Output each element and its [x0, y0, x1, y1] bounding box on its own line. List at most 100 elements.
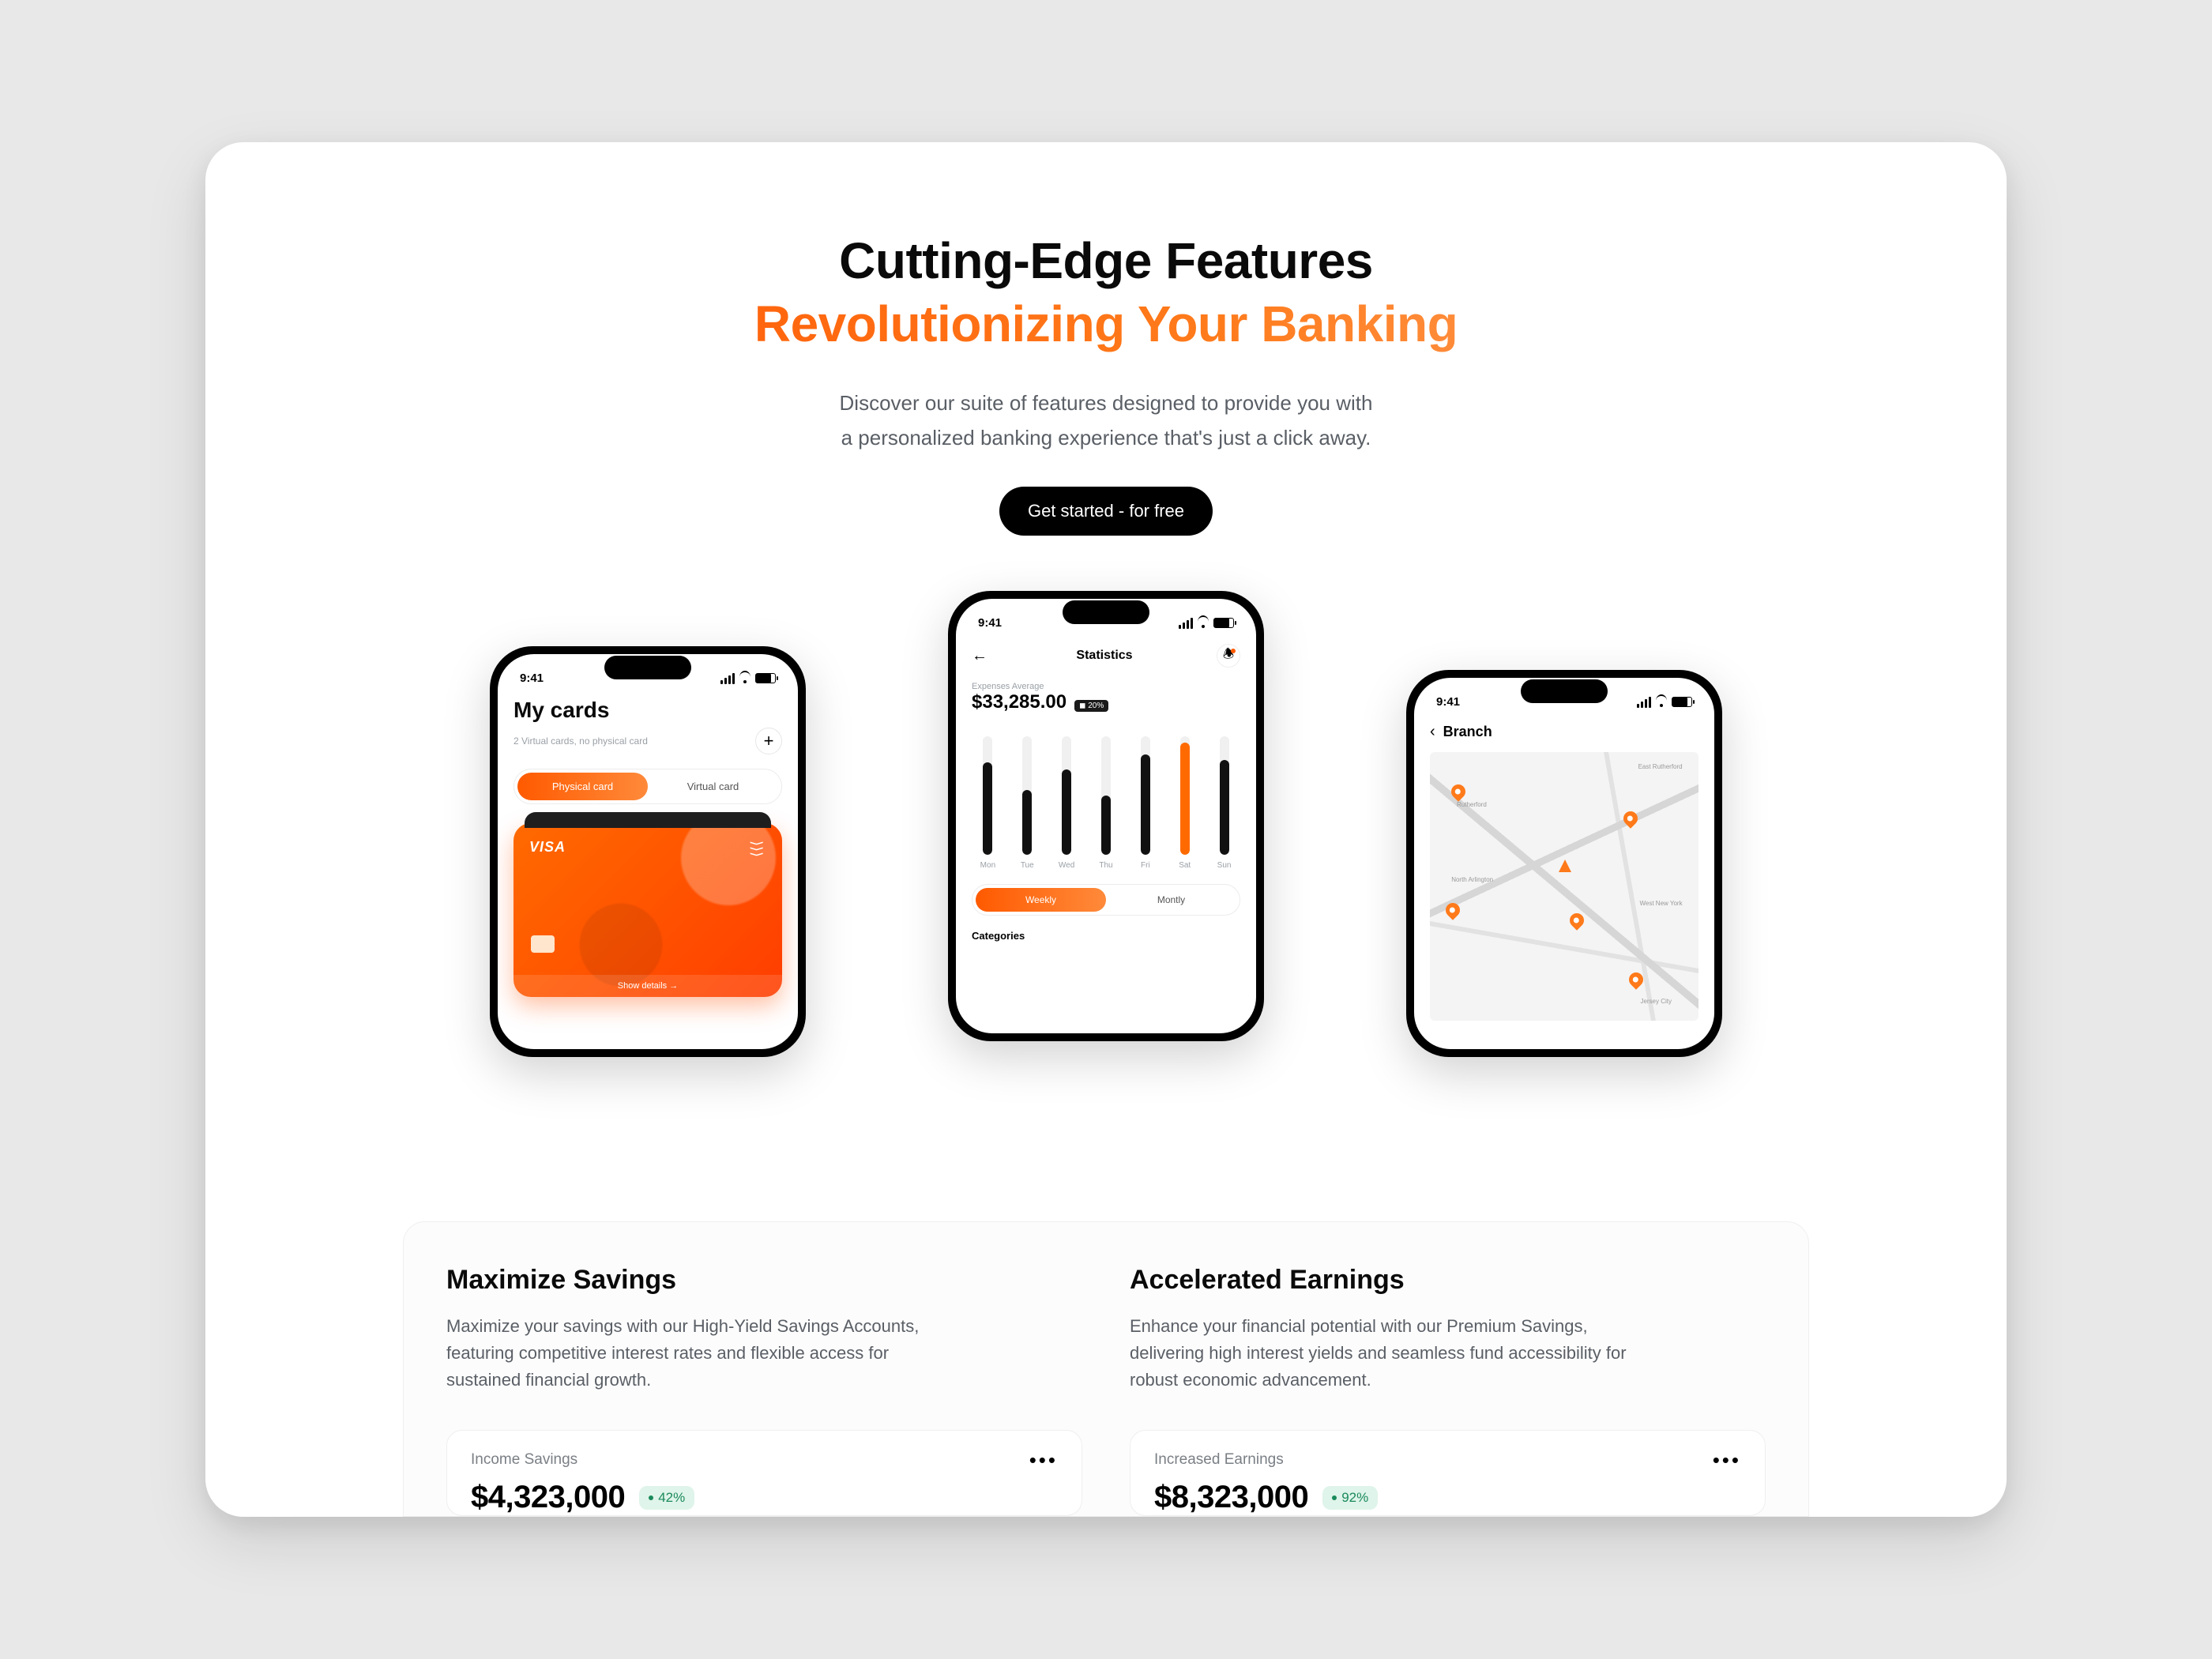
notification-button[interactable]: 🕭 [1217, 644, 1240, 668]
bar-fill [1022, 790, 1032, 856]
phone-mycards-screen: 9:41 My cards 2 Virtual cards, no physic… [498, 654, 798, 1049]
map-label: Rutherford [1457, 801, 1487, 808]
hero-section: Cutting-Edge Features Revolutionizing Yo… [205, 229, 2007, 536]
bar-fill [1220, 760, 1229, 855]
map-label: Jersey City [1640, 998, 1672, 1005]
bar-day-label: Wed [1059, 861, 1074, 870]
more-menu-button[interactable]: ••• [1029, 1455, 1058, 1465]
hero-title: Cutting-Edge Features Revolutionizing Yo… [205, 229, 2007, 356]
feature-body: Maximize your savings with our High-Yiel… [446, 1313, 952, 1394]
stat-change-badge: 92% [1322, 1486, 1378, 1510]
bar-column: Wed [1051, 736, 1083, 870]
segment-weekly[interactable]: Weekly [976, 888, 1106, 912]
stat-value: $8,323,000 [1154, 1480, 1308, 1515]
mycards-title: My cards [514, 698, 782, 723]
bar-track [1220, 736, 1229, 855]
mycards-subtitle: 2 Virtual cards, no physical card [514, 735, 648, 747]
back-button[interactable]: ‹ [1430, 723, 1435, 741]
bar-column: Sun [1208, 736, 1240, 870]
feature-maximize-savings: Maximize Savings Maximize your savings w… [446, 1265, 1082, 1516]
battery-icon [1672, 697, 1692, 707]
bell-icon: 🕭 [1223, 645, 1234, 667]
status-time: 9:41 [978, 616, 1002, 630]
branch-title: Branch [1443, 724, 1492, 740]
bar-track [1022, 736, 1032, 855]
bar-day-label: Mon [980, 861, 995, 870]
nfc-icon: ⟩⟩⟩ [748, 841, 765, 857]
get-started-button[interactable]: Get started - for free [999, 487, 1213, 536]
branch-map[interactable]: East Rutherford Rutherford North Arlingt… [1430, 752, 1698, 1021]
map-pin-icon[interactable] [1443, 900, 1463, 920]
bar-day-label: Sun [1217, 861, 1232, 870]
signal-icon [720, 673, 735, 684]
bar-column: Mon [972, 736, 1004, 870]
stat-card-increased-earnings: Increased Earnings ••• $8,323,000 92% [1130, 1430, 1766, 1516]
expenses-label: Expenses Average [972, 682, 1240, 691]
hero-sub-line2: a personalized banking experience that's… [205, 420, 2007, 455]
feature-heading: Maximize Savings [446, 1265, 1082, 1296]
map-pin-icon[interactable] [1448, 781, 1468, 801]
hero-sub-line1: Discover our suite of features designed … [205, 386, 2007, 420]
bar-column: Thu [1090, 736, 1123, 870]
map-label: North Arlington [1451, 876, 1493, 883]
bar-track [1180, 736, 1190, 855]
statistics-title: Statistics [1076, 649, 1132, 663]
bar-track [1062, 736, 1071, 855]
more-menu-button[interactable]: ••• [1713, 1455, 1741, 1465]
signal-icon [1179, 618, 1193, 629]
weekly-bar-chart: Mon Tue Wed Thu Fri Sat Sun [972, 728, 1240, 870]
bar-track [983, 736, 992, 855]
map-pin-icon[interactable] [1626, 969, 1646, 989]
wifi-icon [1197, 619, 1209, 628]
credit-card[interactable]: VISA ⟩⟩⟩ Show details → [514, 823, 782, 997]
bar-fill [1141, 754, 1150, 856]
segment-physical[interactable]: Physical card [517, 773, 648, 800]
back-button[interactable]: ← [972, 647, 992, 665]
map-label: West New York [1640, 900, 1683, 907]
notch-icon [1521, 679, 1608, 703]
notch-icon [1063, 600, 1149, 624]
feature-heading: Accelerated Earnings [1130, 1265, 1766, 1296]
expenses-delta-badge: ◼ 20% [1074, 700, 1108, 712]
add-card-button[interactable]: + [755, 728, 782, 754]
stat-label: Increased Earnings [1154, 1451, 1284, 1469]
bar-fill [1101, 796, 1111, 855]
wifi-icon [739, 674, 751, 683]
bar-column: Fri [1129, 736, 1161, 870]
stat-card-income-savings: Income Savings ••• $4,323,000 42% [446, 1430, 1082, 1516]
chip-icon [531, 935, 555, 953]
battery-icon [755, 673, 776, 683]
card-type-segment: Physical card Virtual card [514, 769, 782, 804]
bar-column: Tue [1011, 736, 1044, 870]
period-segment: Weekly Montly [972, 884, 1240, 916]
hero-subtitle: Discover our suite of features designed … [205, 386, 2007, 455]
segment-virtual[interactable]: Virtual card [648, 773, 778, 800]
phone-statistics: 9:41 ← Statistics 🕭 Expenses Average [948, 591, 1264, 1041]
battery-icon [1213, 618, 1234, 628]
status-indicators [1179, 618, 1234, 629]
status-indicators [720, 673, 776, 684]
phone-mockups: 9:41 My cards 2 Virtual cards, no physic… [205, 591, 2007, 1033]
bar-day-label: Fri [1141, 861, 1150, 870]
phone-statistics-screen: 9:41 ← Statistics 🕭 Expenses Average [956, 599, 1256, 1033]
hero-title-line1: Cutting-Edge Features [205, 229, 2007, 292]
card-brand-logo: VISA [529, 839, 566, 856]
show-details-button[interactable]: Show details → [514, 975, 782, 997]
bar-column: Sat [1168, 736, 1201, 870]
feature-body: Enhance your financial potential with ou… [1130, 1313, 1635, 1394]
map-pin-icon[interactable] [1567, 911, 1586, 931]
status-time: 9:41 [1436, 695, 1460, 709]
stat-value: $4,323,000 [471, 1480, 625, 1515]
bar-fill [1062, 769, 1071, 855]
bar-fill [1180, 743, 1190, 856]
segment-monthly[interactable]: Montly [1106, 888, 1236, 912]
bar-track [1101, 736, 1111, 855]
categories-heading: Categories [972, 930, 1240, 942]
landing-card: Cutting-Edge Features Revolutionizing Yo… [205, 142, 2007, 1517]
status-indicators [1637, 697, 1692, 708]
features-panel: Maximize Savings Maximize your savings w… [403, 1221, 1809, 1517]
bar-day-label: Tue [1021, 861, 1034, 870]
map-pin-icon[interactable] [1620, 808, 1640, 828]
phone-branch: 9:41 ‹ Branch [1406, 670, 1722, 1057]
map-cursor-icon [1559, 860, 1571, 872]
